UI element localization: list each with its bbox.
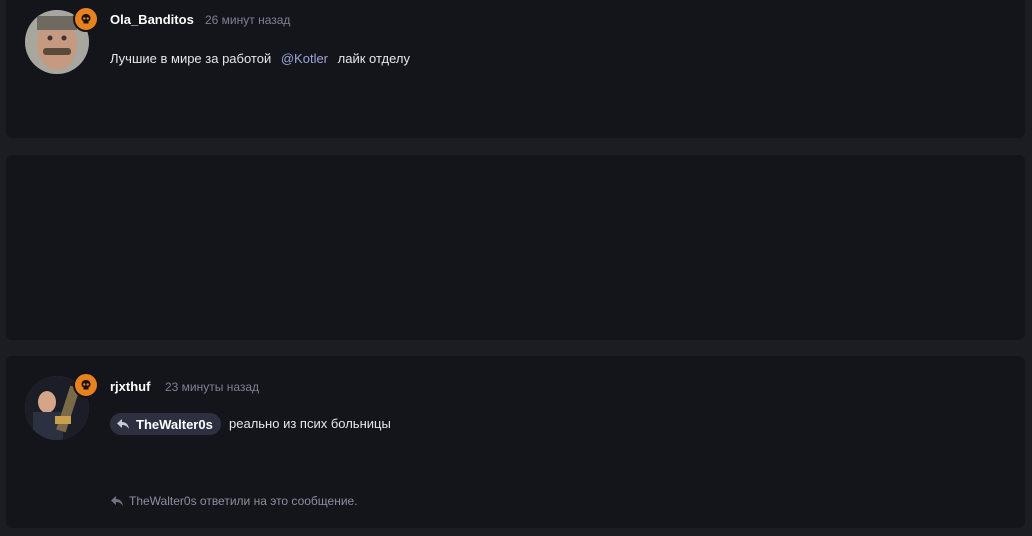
username[interactable]: rjxthuf: [110, 379, 150, 394]
reply-arrow-icon: [111, 496, 123, 506]
user-avatar[interactable]: [25, 372, 99, 442]
user-avatar[interactable]: [25, 6, 99, 76]
empty-message-card: [6, 155, 1025, 340]
message-card: rjxthuf 23 минуты назад TheWalter0s реал…: [6, 356, 1025, 528]
reply-to-user: TheWalter0s: [136, 416, 213, 432]
skull-icon: [73, 372, 99, 398]
replies-note-text: TheWalter0s ответили на это сообщение.: [129, 494, 358, 508]
reply-arrow-icon: [117, 419, 129, 429]
username[interactable]: Ola_Banditos: [110, 12, 194, 27]
reply-to-chip[interactable]: TheWalter0s: [110, 413, 221, 435]
user-mention[interactable]: @Kotler: [281, 51, 328, 66]
message-text-part: Лучшие в мире за работой: [110, 51, 272, 66]
skull-icon: [73, 6, 99, 32]
replies-note[interactable]: TheWalter0s ответили на это сообщение.: [110, 494, 358, 508]
timestamp: 23 минуты назад: [165, 380, 260, 394]
timestamp: 26 минут назад: [205, 13, 291, 27]
message-card: Ola_Banditos 26 минут назад Лучшие в мир…: [6, 0, 1025, 138]
message-text-part: лайк отделу: [337, 51, 410, 66]
message-text: Лучшие в мире за работой @Kotler лайк от…: [110, 51, 410, 66]
message-text: реально из псих больницы: [229, 416, 391, 431]
